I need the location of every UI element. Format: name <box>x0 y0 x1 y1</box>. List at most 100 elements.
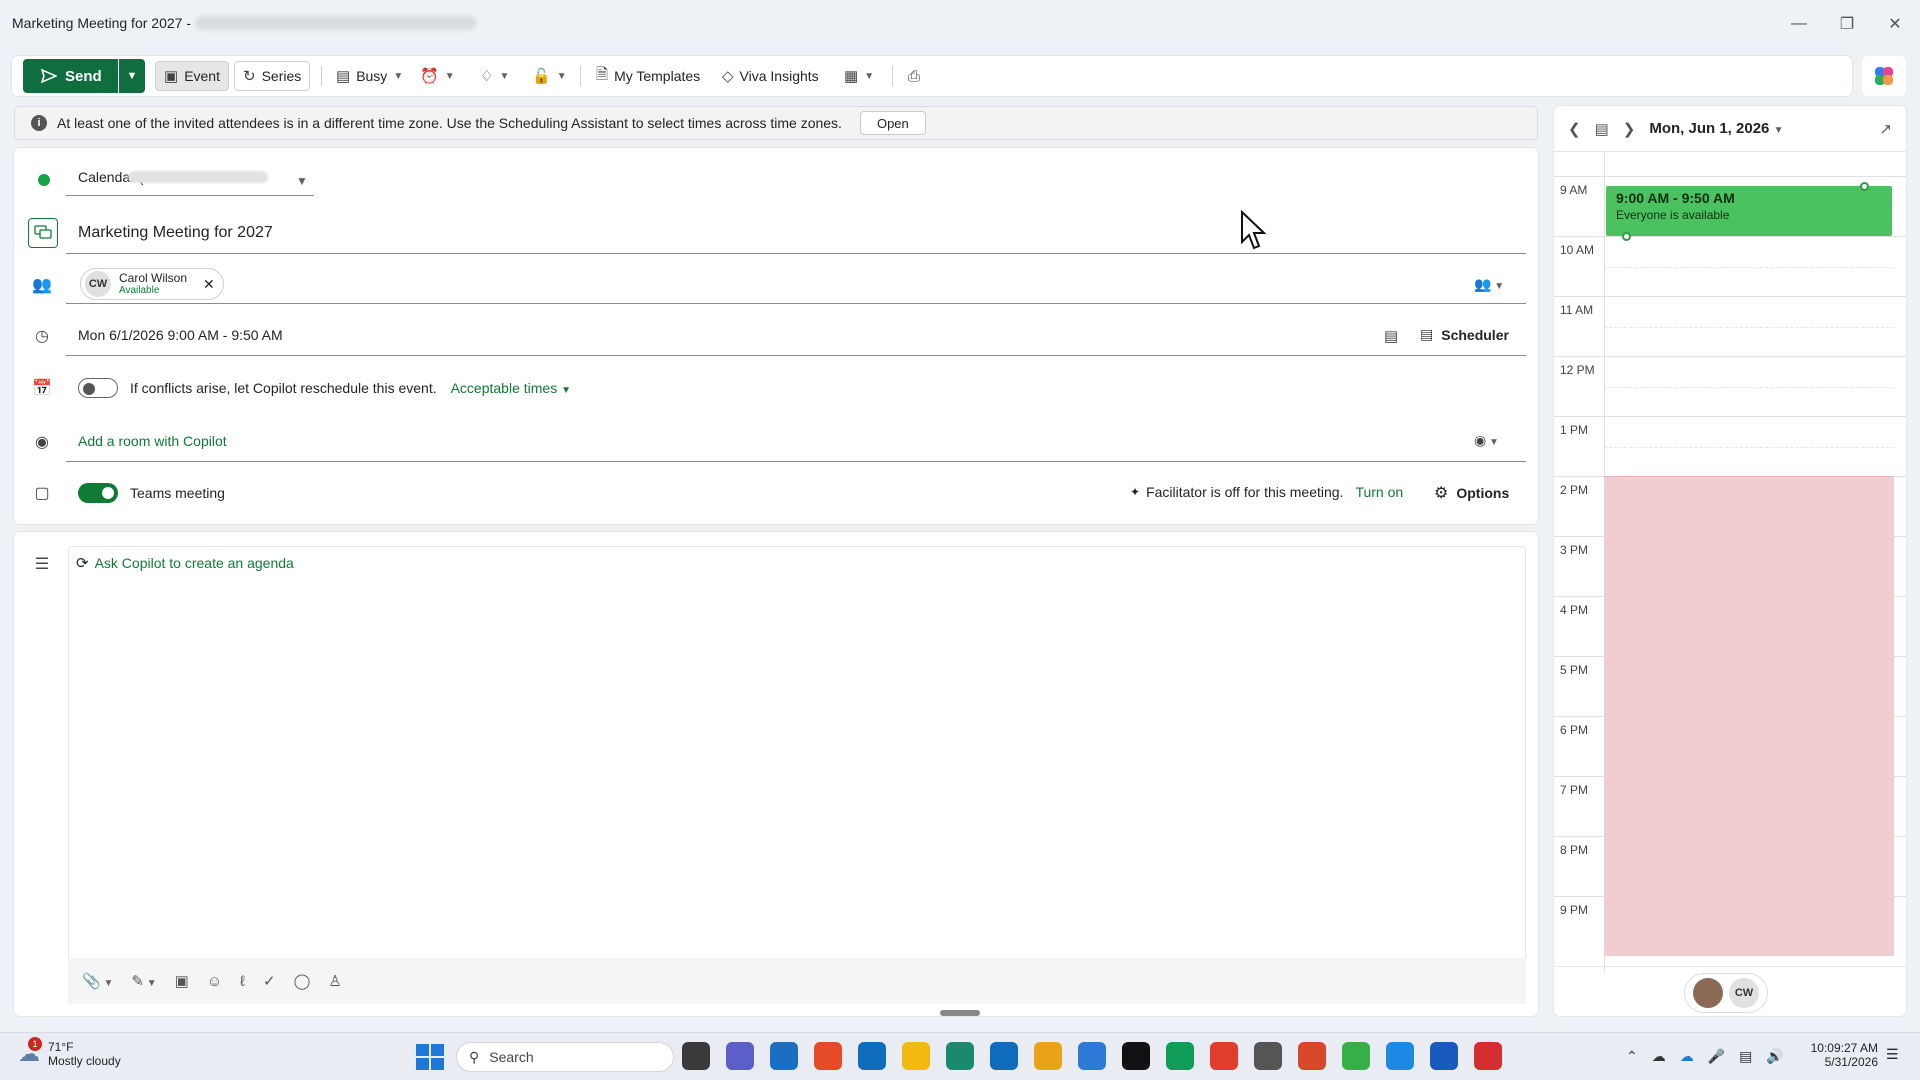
notifications-icon[interactable]: ☰ <box>1886 1046 1899 1063</box>
chevron-up-icon[interactable]: ⌃ <box>1626 1048 1638 1065</box>
title-input[interactable]: Marketing Meeting for 2027 <box>66 212 1526 254</box>
edge-icon[interactable] <box>990 1042 1018 1070</box>
app-c-icon[interactable] <box>1342 1042 1370 1070</box>
datetime-field[interactable]: Mon 6/1/2026 9:00 AM - 9:50 AM <box>66 314 1526 356</box>
chevron-down-icon: ▼ <box>1491 281 1505 292</box>
attendee-options-dropdown[interactable]: 👥 ▼ <box>1474 276 1504 293</box>
notion-icon[interactable] <box>1122 1042 1150 1070</box>
send-button[interactable]: Send <box>23 59 118 93</box>
resize-handle-top[interactable] <box>1860 182 1869 191</box>
teams-meeting-toggle[interactable] <box>78 483 118 503</box>
attendee-chip[interactable]: CW Carol Wilson Available ✕ <box>80 268 224 300</box>
clock-date: 5/31/2026 <box>1824 1055 1878 1069</box>
accessibility-icon[interactable]: ♙ <box>328 972 341 990</box>
chrome-icon[interactable] <box>814 1042 842 1070</box>
chevron-right-icon[interactable]: ❯ <box>1623 120 1636 138</box>
attach-icon[interactable]: 📎 ▼ <box>82 972 113 990</box>
word-icon[interactable] <box>1430 1042 1458 1070</box>
hour-row[interactable]: 11 AM <box>1554 296 1906 356</box>
options-button[interactable]: ⚙ Options <box>1434 483 1509 503</box>
chat-icon[interactable]: ◯ <box>294 972 311 990</box>
attendees-field[interactable] <box>66 262 1526 304</box>
app-s-icon[interactable] <box>1210 1042 1238 1070</box>
facilitator-icon: ✦ <box>1130 485 1141 499</box>
file-explorer-icon[interactable] <box>902 1042 930 1070</box>
calculator-icon[interactable] <box>1078 1042 1106 1070</box>
date-picker[interactable]: Mon, Jun 1, 2026 ▼ <box>1649 120 1783 137</box>
taskbar-search[interactable]: ⚲ Search <box>456 1042 674 1072</box>
print-button[interactable]: ⎙ <box>900 61 928 91</box>
expand-icon[interactable]: ↗ <box>1879 120 1892 138</box>
remove-attendee-icon[interactable]: ✕ <box>203 276 215 293</box>
close-window-button[interactable]: ✕ <box>1872 10 1918 38</box>
today-icon[interactable]: ▤ <box>1595 120 1609 138</box>
copilot-button[interactable] <box>1862 56 1906 96</box>
hour-label: 3 PM <box>1560 543 1589 557</box>
proposed-event[interactable]: 9:00 AM - 9:50 AM Everyone is available <box>1606 186 1892 236</box>
body-editor[interactable] <box>68 546 1526 1004</box>
app-star-icon[interactable] <box>1298 1042 1326 1070</box>
hour-label: 9 PM <box>1560 903 1589 917</box>
hour-label: 1 PM <box>1560 423 1589 437</box>
room-field[interactable]: Add a room with Copilot <box>66 420 1526 462</box>
edge-beta-icon[interactable] <box>1166 1042 1194 1070</box>
event-button[interactable]: ▣ Event <box>155 61 229 91</box>
copilot-reschedule-toggle[interactable] <box>78 378 118 398</box>
image-icon[interactable]: ▣ <box>175 972 189 990</box>
app-c2-icon[interactable] <box>1474 1042 1502 1070</box>
date-label: Mon, Jun 1, 2026 <box>1649 120 1770 137</box>
open-scheduling-button[interactable]: Open <box>859 111 926 135</box>
task-view-icon[interactable] <box>682 1042 710 1070</box>
teams-icon[interactable] <box>726 1042 754 1070</box>
viva-insights-button[interactable]: ◇ Viva Insights <box>714 61 827 91</box>
windows-start-icon[interactable] <box>416 1044 444 1070</box>
turn-on-link[interactable]: Turn on <box>1355 484 1403 500</box>
my-templates-button[interactable]: 🗎 My Templates <box>588 61 708 91</box>
volume-icon[interactable]: 🔊 <box>1766 1048 1783 1065</box>
onedrive-icon[interactable]: ☁ <box>1680 1048 1694 1065</box>
cloud-icon[interactable]: ☁ <box>1652 1048 1666 1065</box>
print-icon: ⎙ <box>908 67 921 85</box>
clock[interactable]: 10:09:27 AM 5/31/2026 <box>1806 1041 1878 1069</box>
calendar-view-icon[interactable]: ▤ <box>1384 327 1398 345</box>
series-button[interactable]: ↻ Series <box>234 61 311 91</box>
acceptable-times-dropdown[interactable]: Acceptable times ▼ <box>451 380 571 396</box>
room-options-dropdown[interactable]: ◉ ▼ <box>1474 432 1499 449</box>
chevron-left-icon[interactable]: ❮ <box>1568 120 1581 138</box>
hour-row[interactable]: 12 PM <box>1554 356 1906 416</box>
hour-row[interactable]: 1 PM <box>1554 416 1906 476</box>
microphone-icon[interactable]: 🎤 <box>1708 1048 1725 1065</box>
scheduler-button[interactable]: ▤ Scheduler <box>1420 326 1509 343</box>
show-as-dropdown[interactable]: ▤ Busy ▼ <box>328 61 411 91</box>
calendar-header: ❮ ▤ ❯ Mon, Jun 1, 2026 ▼ ↗ <box>1554 106 1906 152</box>
app-s2-icon[interactable] <box>1386 1042 1414 1070</box>
outlook-icon[interactable] <box>770 1042 798 1070</box>
signature-icon[interactable]: ✎ ▼ <box>131 972 156 990</box>
app-gear-icon[interactable] <box>1254 1042 1282 1070</box>
reminder-dropdown[interactable]: ⏰ ▼ <box>412 61 463 91</box>
sensitivity-dropdown[interactable]: 🔓 ▼ <box>524 61 575 91</box>
categorize-dropdown[interactable]: ♢ ▼ <box>472 61 517 91</box>
spellcheck-icon[interactable]: ✓ <box>263 972 276 990</box>
copilot-agenda-button[interactable]: ⟳ Ask Copilot to create an agenda <box>76 554 294 572</box>
format-icon[interactable]: ℓ <box>240 973 245 990</box>
emoji-icon[interactable]: ☺ <box>207 973 222 990</box>
restore-button[interactable]: ❐ <box>1824 10 1870 38</box>
avatar: CW <box>85 271 111 297</box>
splitter-handle[interactable] <box>940 1010 980 1016</box>
outlook-new-icon[interactable] <box>858 1042 886 1070</box>
attendee-avatars[interactable]: CW <box>1684 973 1768 1013</box>
remote-desktop-icon[interactable] <box>946 1042 974 1070</box>
send-options-dropdown[interactable]: ▼ <box>119 59 145 93</box>
hour-label: 10 AM <box>1560 243 1595 257</box>
weather-widget[interactable]: ☁ 1 71°F Mostly cloudy <box>18 1037 121 1068</box>
network-icon[interactable]: ▤ <box>1739 1048 1752 1065</box>
add-room-link[interactable]: Add a room with Copilot <box>78 433 227 449</box>
resize-handle-bottom[interactable] <box>1622 232 1631 241</box>
notes-icon[interactable] <box>1034 1042 1062 1070</box>
minimize-button[interactable]: — <box>1776 10 1822 38</box>
apps-dropdown[interactable]: ▦ ▼ <box>836 61 882 91</box>
reschedule-icon: 📅 <box>32 380 52 397</box>
hour-row[interactable]: 10 AM <box>1554 236 1906 296</box>
hour-label: 12 PM <box>1560 363 1595 377</box>
